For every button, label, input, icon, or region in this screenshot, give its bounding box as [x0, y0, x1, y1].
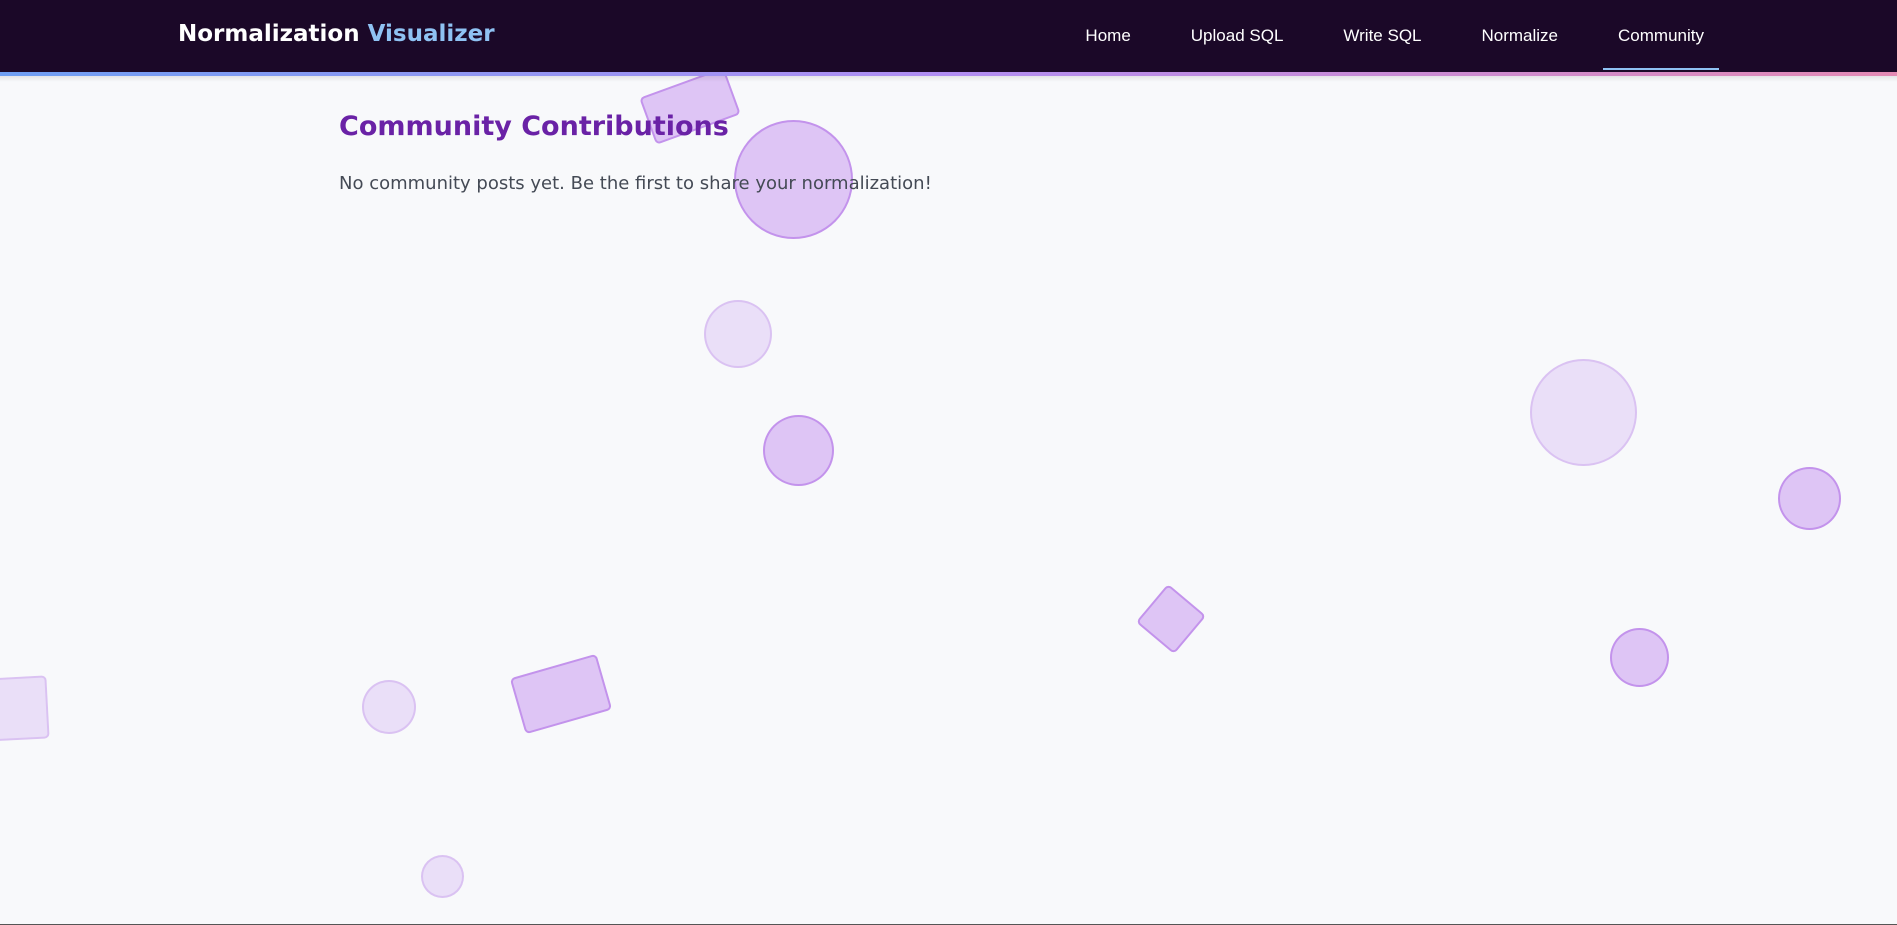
- decor-circle-6: [1610, 628, 1669, 687]
- brand-primary-text: Normalization: [178, 21, 360, 47]
- empty-state-message: No community posts yet. Be the first to …: [339, 173, 932, 194]
- navbar-gradient-bar: [0, 72, 1897, 76]
- brand-logo[interactable]: Normalization Visualizer: [178, 18, 495, 50]
- nav-home-link[interactable]: Home: [1070, 16, 1145, 56]
- nav-community-link[interactable]: Community: [1603, 16, 1719, 70]
- decor-rectangle-3: [509, 653, 613, 735]
- decor-circle-5: [1778, 467, 1841, 530]
- nav-upload-sql-link[interactable]: Upload SQL: [1176, 16, 1299, 56]
- page-title: Community Contributions: [339, 111, 729, 142]
- top-navbar: Normalization Visualizer Home Upload SQL…: [0, 0, 1897, 72]
- decor-circle-4: [1530, 359, 1637, 466]
- decor-rectangle-4: [0, 675, 50, 742]
- main-nav: Home Upload SQL Write SQL Normalize Comm…: [1070, 0, 1719, 72]
- community-main-content: Community Contributions No community pos…: [339, 108, 932, 197]
- brand-accent-text: Visualizer: [367, 21, 495, 47]
- decor-circle-2: [704, 300, 772, 368]
- nav-normalize-link[interactable]: Normalize: [1467, 16, 1574, 56]
- decor-circle-3: [763, 415, 834, 486]
- decor-circle-8: [421, 855, 464, 898]
- decor-circle-7: [362, 680, 416, 734]
- nav-write-sql-link[interactable]: Write SQL: [1328, 16, 1436, 56]
- navbar-shadow: [0, 76, 1897, 82]
- decor-square-2: [1135, 583, 1207, 655]
